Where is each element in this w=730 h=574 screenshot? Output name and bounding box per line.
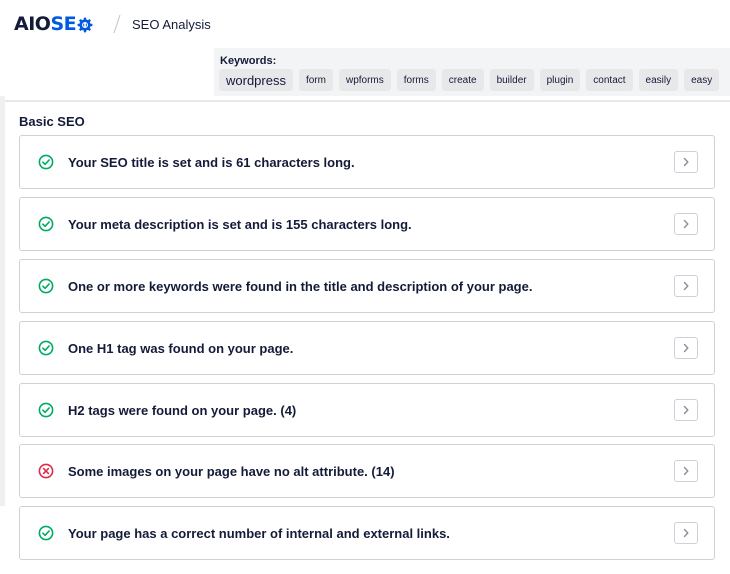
logo-text-aio: AIO <box>14 13 51 35</box>
seo-check-text: H2 tags were found on your page. (4) <box>68 403 297 418</box>
seo-check-item[interactable]: One H1 tag was found on your page. <box>19 321 715 375</box>
keyword-tag[interactable]: easy <box>684 69 720 91</box>
section-title-basic-seo: Basic SEO <box>19 114 85 129</box>
seo-check-item[interactable]: Your SEO title is set and is 61 characte… <box>19 135 715 189</box>
seo-check-text: One H1 tag was found on your page. <box>68 341 294 356</box>
keyword-tag[interactable]: contact <box>586 69 633 91</box>
seo-check-text: Some images on your page have no alt att… <box>68 464 395 479</box>
aioseo-logo[interactable]: AIO SE <box>14 12 93 36</box>
keyword-tag[interactable]: wpforms <box>338 69 391 91</box>
gear-icon <box>77 16 93 33</box>
chevron-right-icon <box>683 343 689 353</box>
expand-button[interactable] <box>674 399 698 421</box>
keywords-label: Keywords: <box>220 55 277 67</box>
keywords-list: wordpress form wpforms forms create buil… <box>219 69 720 91</box>
seo-check-item[interactable]: Some images on your page have no alt att… <box>19 444 715 498</box>
keyword-tag[interactable]: plugin <box>539 69 581 91</box>
seo-check-text: Your SEO title is set and is 61 characte… <box>68 155 355 170</box>
check-circle-icon <box>38 154 54 170</box>
keyword-tag[interactable]: form <box>298 69 333 91</box>
keyword-tag[interactable]: builder <box>489 69 534 91</box>
chevron-right-icon <box>683 281 689 291</box>
x-circle-icon <box>38 463 54 479</box>
seo-check-item[interactable]: H2 tags were found on your page. (4) <box>19 383 715 437</box>
seo-check-text: Your meta description is set and is 155 … <box>68 217 412 232</box>
page-title: SEO Analysis <box>132 17 211 32</box>
logo-text-seo: SE <box>50 13 93 35</box>
expand-button[interactable] <box>674 522 698 544</box>
check-circle-icon <box>38 278 54 294</box>
keyword-tag[interactable]: create <box>441 69 484 91</box>
seo-check-item[interactable]: Your page has a correct number of intern… <box>19 506 715 560</box>
expand-button[interactable] <box>674 213 698 235</box>
keyword-tag[interactable]: easily <box>638 69 679 91</box>
keyword-tag[interactable]: forms <box>396 69 436 91</box>
seo-check-item[interactable]: One or more keywords were found in the t… <box>19 259 715 313</box>
check-circle-icon <box>38 525 54 541</box>
seo-check-text: One or more keywords were found in the t… <box>68 279 533 294</box>
keyword-tag[interactable]: wordpress <box>219 69 293 91</box>
check-circle-icon <box>38 216 54 232</box>
chevron-right-icon <box>683 528 689 538</box>
breadcrumb-separator <box>113 14 121 34</box>
check-circle-icon <box>38 402 54 418</box>
expand-button[interactable] <box>674 275 698 297</box>
header: AIO SE SEO Analysis <box>0 0 730 48</box>
chevron-right-icon <box>683 219 689 229</box>
expand-button[interactable] <box>674 460 698 482</box>
expand-button[interactable] <box>674 151 698 173</box>
keywords-panel: Keywords: wordpress form wpforms forms c… <box>214 48 730 96</box>
logo-text-se: SE <box>50 13 77 35</box>
chevron-right-icon <box>683 466 689 476</box>
seo-check-item[interactable]: Your meta description is set and is 155 … <box>19 197 715 251</box>
expand-button[interactable] <box>674 337 698 359</box>
section-divider <box>0 100 730 102</box>
left-panel-edge <box>0 96 5 506</box>
check-circle-icon <box>38 340 54 356</box>
chevron-right-icon <box>683 157 689 167</box>
seo-check-text: Your page has a correct number of intern… <box>68 526 450 541</box>
chevron-right-icon <box>683 405 689 415</box>
